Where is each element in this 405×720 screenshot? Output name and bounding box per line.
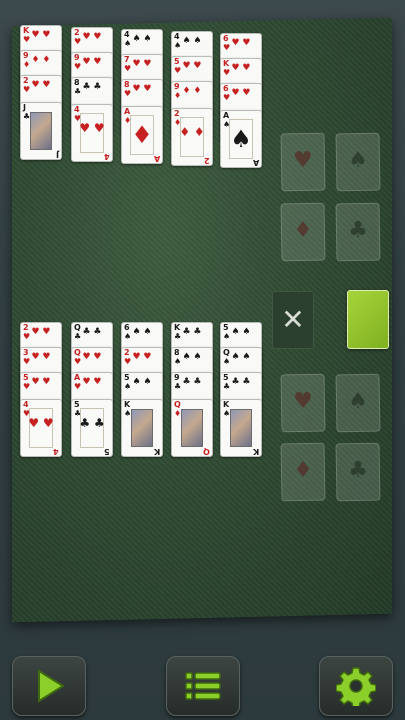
- card-rank: K: [124, 400, 131, 409]
- tableau-card[interactable]: 5 ♣ ♣ ♣ 5: [71, 399, 113, 457]
- card-pips: ♥ ♥: [132, 352, 152, 362]
- card-center-suit-icon: ♣ ♣: [79, 416, 105, 430]
- foundation-suit-icon: ♣: [347, 457, 369, 484]
- tableau-card[interactable]: A ♠ ♠ A: [220, 110, 262, 168]
- card-rank-bottom: A: [252, 158, 259, 167]
- face-card-art: [181, 409, 203, 447]
- card-pips: ♥ ♥: [82, 352, 102, 362]
- foundation-suit-icon: ♦: [292, 217, 314, 244]
- settings-button[interactable]: [319, 656, 393, 716]
- card-pips: ♥ ♥: [31, 30, 51, 40]
- foundation-slot[interactable]: ♠: [335, 373, 381, 433]
- stock-pile[interactable]: [347, 290, 389, 349]
- menu-button[interactable]: [166, 656, 240, 716]
- tableau-card[interactable]: 2 ♦ ♦ ♦ 2: [171, 108, 213, 166]
- card-pips: ♥ ♥: [231, 63, 251, 73]
- tableau-card[interactable]: K ♠ K: [121, 399, 163, 457]
- card-rank-bottom: 5: [104, 447, 110, 456]
- card-center-suit-icon: ♠: [230, 125, 252, 153]
- tableau-card[interactable]: J ♣ J: [20, 102, 62, 160]
- card-pips: ♦ ♦: [182, 86, 202, 96]
- play-button[interactable]: [12, 656, 86, 716]
- face-card-art: [230, 409, 252, 447]
- tableau-card[interactable]: 4 ♥ ♥ ♥ 4: [71, 104, 113, 162]
- foundation-slot[interactable]: ♣: [335, 202, 381, 262]
- card-pips: ♥ ♥: [132, 59, 152, 69]
- card-rank-bottom: Q: [203, 447, 210, 456]
- card-pips: ♣ ♣: [82, 82, 102, 92]
- face-card-art: [30, 112, 52, 150]
- foundation-suit-icon: ♥: [292, 147, 314, 174]
- card-pips: ♥ ♥: [132, 84, 152, 94]
- card-pips: ♥ ♥: [82, 32, 102, 42]
- card-pips: ♣ ♣: [182, 377, 202, 387]
- card-pips: ♠ ♠: [132, 34, 152, 44]
- menu-icon: [185, 672, 221, 700]
- close-icon: ✕: [281, 303, 305, 336]
- card-pips: ♠ ♠: [132, 377, 152, 387]
- foundation-suit-icon: ♥: [292, 388, 314, 415]
- tableau-card[interactable]: Q ♦ Q: [171, 399, 213, 457]
- card-pips: ♥ ♥: [31, 80, 51, 90]
- foundation-suit-icon: ♦: [292, 457, 314, 484]
- card-rank: J: [23, 103, 26, 112]
- card-pips: ♥ ♥: [231, 88, 251, 98]
- card-pips: ♥ ♥: [31, 377, 51, 387]
- card-pips: ♠ ♠: [231, 327, 251, 337]
- play-icon: [38, 669, 65, 703]
- face-card-art: [131, 409, 153, 447]
- card-pips: ♠ ♠: [231, 352, 251, 362]
- tableau-card[interactable]: 4 ♥ ♥ ♥ 4: [20, 399, 62, 457]
- discard-slot[interactable]: ✕: [272, 291, 314, 349]
- foundation-slot[interactable]: ♦: [280, 202, 326, 262]
- card-pips: ♣ ♣: [182, 327, 202, 337]
- card-center-suit-icon: ♥ ♥: [28, 416, 54, 430]
- card-pips: ♣ ♣: [231, 377, 251, 387]
- foundation-slot[interactable]: ♦: [280, 442, 326, 502]
- card-rank-bottom: K: [153, 447, 160, 456]
- card-rank-bottom: K: [252, 447, 259, 456]
- foundation-slot[interactable]: ♣: [335, 442, 381, 502]
- card-rank-bottom: 2: [204, 156, 210, 165]
- card-rank: K: [223, 400, 230, 409]
- card-pips: ♠ ♠: [132, 327, 152, 337]
- tableau-card[interactable]: K ♠ K: [220, 399, 262, 457]
- card-pips: ♥ ♥: [182, 61, 202, 71]
- card-center-suit-icon: ♦: [131, 121, 153, 149]
- card-rank-bottom: 4: [53, 447, 59, 456]
- card-pips: ♠ ♠: [182, 36, 202, 46]
- tableau-card[interactable]: A ♦ ♦ A: [121, 106, 163, 164]
- foundation-suit-icon: ♠: [347, 147, 369, 174]
- card-rank: 4: [74, 105, 80, 114]
- card-pips: ♥ ♥: [231, 38, 251, 48]
- card-pips: ♥ ♥: [31, 327, 51, 337]
- card-rank-bottom: J: [56, 150, 59, 159]
- foundation-slot[interactable]: ♠: [335, 132, 381, 192]
- card-rank: Q: [174, 400, 181, 409]
- card-pips: ♦ ♦: [31, 55, 51, 65]
- card-rank: 5: [74, 400, 80, 409]
- card-rank: 4: [23, 400, 29, 409]
- card-rank-bottom: 4: [104, 152, 110, 161]
- card-pips: ♣ ♣: [82, 327, 102, 337]
- gear-icon: [336, 667, 376, 706]
- foundation-suit-icon: ♣: [347, 217, 369, 244]
- card-center-suit-icon: ♥ ♥: [79, 121, 105, 135]
- card-rank: 2: [174, 109, 180, 118]
- card-pips: ♥ ♥: [82, 377, 102, 387]
- card-center-suit-icon: ♦ ♦: [179, 125, 205, 139]
- card-pips: ♠ ♠: [182, 352, 202, 362]
- card-pips: ♥ ♥: [31, 352, 51, 362]
- card-pips: ♥ ♥: [82, 57, 102, 67]
- foundation-slot[interactable]: ♥: [280, 132, 326, 192]
- foundation-slot[interactable]: ♥: [280, 373, 326, 433]
- foundation-suit-icon: ♠: [347, 388, 369, 415]
- card-rank-bottom: A: [153, 154, 160, 163]
